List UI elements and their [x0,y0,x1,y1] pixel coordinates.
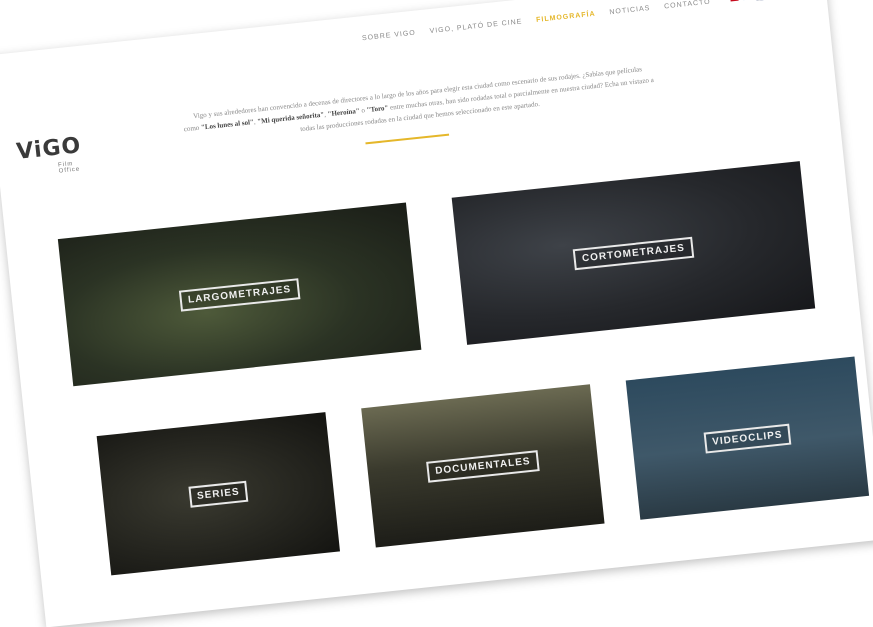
english-flag-icon[interactable] [756,0,767,1]
card-label: DOCUMENTALES [426,450,539,483]
nav-item-noticias[interactable]: NOTICIAS [609,4,651,15]
web-page: ViGO Film Office SOBRE VIGO VIGO, PLATÓ … [0,0,873,627]
nav-item-vigo-plato-de-cine[interactable]: VIGO, PLATÓ DE CINE [429,18,522,35]
card-label: LARGOMETRAJES [179,278,300,311]
language-switcher [730,0,767,3]
intro-text: Vigo y sus alrededores han convencido a … [114,55,724,155]
nav-item-filmografia[interactable]: FILMOGRAFÍA [536,10,596,23]
card-documentales[interactable]: DOCUMENTALES [361,384,604,547]
card-label: VIDEOCLIPS [703,423,791,453]
nav-item-contacto[interactable]: CONTACTO [664,0,711,10]
card-cortometrajes[interactable]: CORTOMETRAJES [452,161,816,345]
intro-text-segment: como [183,124,201,134]
spanish-flag-icon[interactable] [730,0,739,1]
main-nav: SOBRE VIGO VIGO, PLATÓ DE CINE FILMOGRAF… [362,0,767,42]
nav-item-sobre-vigo[interactable]: SOBRE VIGO [362,29,416,42]
vigo-logo[interactable]: ViGO Film Office [15,131,97,185]
card-series[interactable]: SERIES [97,412,340,575]
film-title: "Toro" [366,104,388,114]
logo-subtitle: Film Office [58,159,97,175]
card-videoclips[interactable]: VIDEOCLIPS [626,356,869,519]
card-label: SERIES [188,480,249,507]
section-divider [365,134,449,145]
intro-line-2: como "Los lunes al sol", "Mi querida señ… [115,67,723,143]
card-label: CORTOMETRAJES [573,236,694,269]
card-largometrajes[interactable]: LARGOMETRAJES [58,203,422,387]
